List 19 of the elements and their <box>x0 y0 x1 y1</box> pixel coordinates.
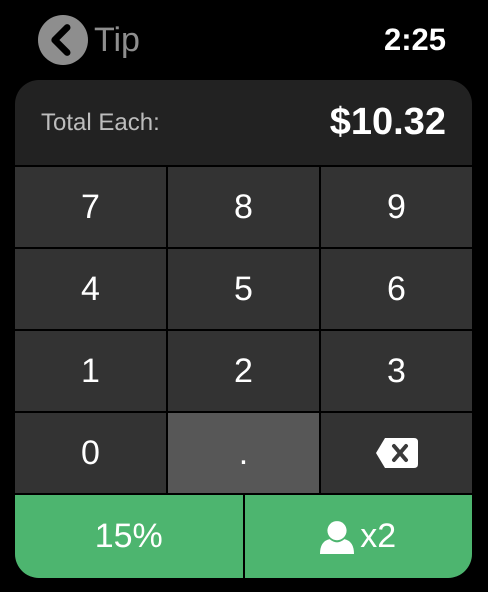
backspace-icon <box>376 438 418 468</box>
backspace-key[interactable] <box>321 413 472 493</box>
keypad-key[interactable]: 6 <box>321 249 472 329</box>
keypad-key[interactable]: 7 <box>15 167 166 247</box>
keypad-key[interactable]: . <box>168 413 319 493</box>
clock-time: 2:25 <box>384 22 446 58</box>
keypad-key[interactable]: 9 <box>321 167 472 247</box>
chevron-left-icon <box>38 15 88 65</box>
keypad-key[interactable]: 4 <box>15 249 166 329</box>
total-label: Total Each: <box>41 108 160 136</box>
keypad-key[interactable]: 8 <box>168 167 319 247</box>
keypad-key[interactable]: 2 <box>168 331 319 411</box>
back-button[interactable]: Tip <box>38 15 140 65</box>
keypad-key[interactable]: 1 <box>15 331 166 411</box>
keypad-key[interactable]: 5 <box>168 249 319 329</box>
keypad-key[interactable]: 0 <box>15 413 166 493</box>
person-icon <box>320 520 354 554</box>
keypad-key[interactable]: 3 <box>321 331 472 411</box>
total-amount: $10.32 <box>330 101 446 144</box>
